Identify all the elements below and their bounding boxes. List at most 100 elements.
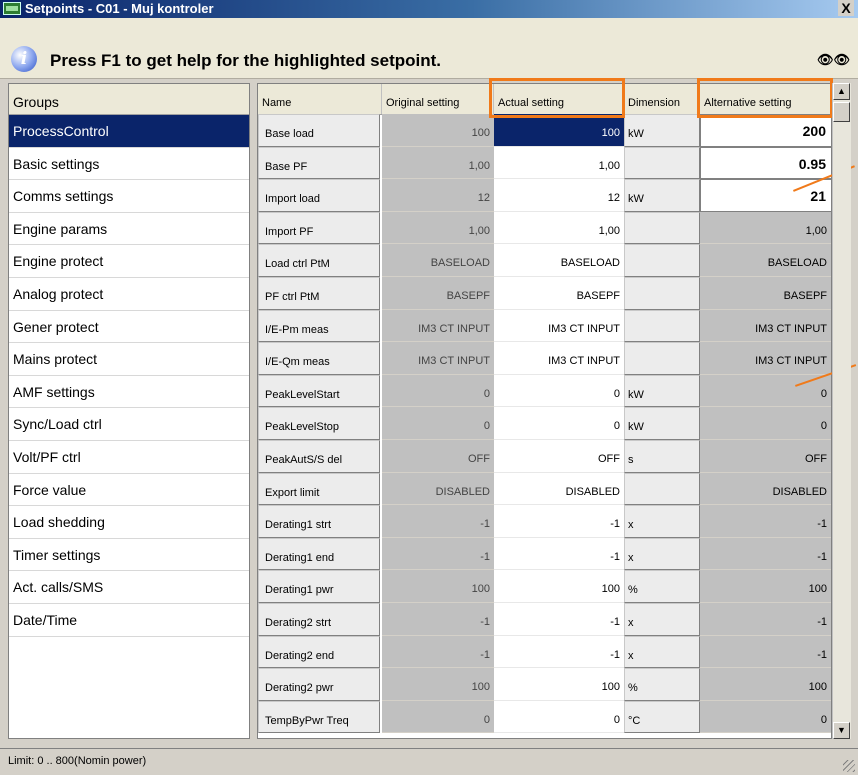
- table-row[interactable]: Derating1 pwr 100 100% 100: [258, 570, 831, 603]
- setpoint-name-button[interactable]: Base load: [258, 114, 380, 147]
- group-item[interactable]: Gener protect: [9, 311, 249, 344]
- table-row[interactable]: Import PF 1,00 1,00 1,00: [258, 211, 831, 245]
- group-item[interactable]: Mains protect: [9, 343, 249, 376]
- alternative-setting-cell[interactable]: -1: [700, 635, 831, 669]
- table-row[interactable]: Derating2 pwr 100 100% 100: [258, 668, 831, 701]
- table-row[interactable]: PeakAutS/S del OFF OFF s OFF: [258, 440, 831, 473]
- group-item[interactable]: Basic settings: [9, 148, 249, 181]
- setpoint-name-button[interactable]: TempByPwr Treq: [258, 700, 380, 734]
- actual-setting-cell[interactable]: IM3 CT INPUT: [494, 342, 624, 375]
- alternative-setting-cell[interactable]: OFF: [700, 440, 831, 473]
- actual-setting-cell[interactable]: 1,00: [494, 211, 624, 245]
- setpoint-name-button[interactable]: Export limit: [258, 472, 380, 506]
- group-item[interactable]: Force value: [9, 474, 249, 507]
- group-item[interactable]: Sync/Load ctrl: [9, 408, 249, 441]
- alternative-setting-cell[interactable]: 0: [700, 407, 831, 440]
- alternative-setting-cell[interactable]: BASEPF: [700, 277, 831, 310]
- actual-setting-cell[interactable]: -1: [494, 635, 624, 669]
- column-header-name[interactable]: Name: [258, 84, 382, 114]
- alternative-setting-cell[interactable]: IM3 CT INPUT: [700, 342, 831, 375]
- alternative-setting-cell[interactable]: BASELOAD: [700, 244, 831, 277]
- group-item[interactable]: Comms settings: [9, 180, 249, 213]
- actual-setting-cell[interactable]: 100: [494, 570, 624, 603]
- actual-setting-cell[interactable]: -1: [494, 603, 624, 636]
- actual-setting-cell[interactable]: 100: [494, 114, 624, 147]
- actual-setting-cell[interactable]: 100: [494, 668, 624, 701]
- setpoint-name-button[interactable]: Import load: [258, 179, 380, 212]
- setpoint-name-button[interactable]: PeakLevelStop: [258, 407, 380, 440]
- setpoint-name-button[interactable]: Derating2 strt: [258, 603, 380, 636]
- table-row[interactable]: Derating2 strt -1 -1 x -1: [258, 603, 831, 636]
- close-button[interactable]: X: [838, 0, 854, 16]
- table-row[interactable]: Load ctrl PtM BASELOAD BASELOAD BASELOAD: [258, 244, 831, 277]
- actual-setting-cell[interactable]: BASELOAD: [494, 244, 624, 277]
- vertical-scrollbar[interactable]: ▲ ▼: [832, 83, 851, 739]
- group-item[interactable]: Volt/PF ctrl: [9, 441, 249, 474]
- group-item[interactable]: Act. calls/SMS: [9, 571, 249, 604]
- setpoint-name-button[interactable]: Derating1 pwr: [258, 570, 380, 603]
- alternative-setting-cell[interactable]: 1,00: [700, 211, 831, 245]
- table-row[interactable]: Derating1 end -1 -1 x -1: [258, 537, 831, 571]
- setpoint-name-button[interactable]: Load ctrl PtM: [258, 244, 380, 277]
- binoculars-icon[interactable]: 👁👁: [817, 52, 850, 68]
- table-row[interactable]: Import load 12 12 kW 21: [258, 179, 831, 212]
- actual-setting-cell[interactable]: OFF: [494, 440, 624, 473]
- group-item[interactable]: Engine params: [9, 213, 249, 246]
- alternative-setting-cell[interactable]: -1: [700, 537, 831, 571]
- setpoint-name-button[interactable]: PF ctrl PtM: [258, 277, 380, 310]
- setpoint-name-button[interactable]: Derating2 pwr: [258, 668, 380, 701]
- alternative-setting-cell[interactable]: 100: [700, 570, 831, 603]
- column-header-dimension[interactable]: Dimension: [624, 84, 700, 114]
- scroll-thumb[interactable]: [833, 102, 850, 122]
- actual-setting-cell[interactable]: DISABLED: [494, 472, 624, 506]
- group-item[interactable]: Load shedding: [9, 506, 249, 539]
- column-header-original-setting[interactable]: Original setting: [382, 84, 494, 114]
- setpoint-name-button[interactable]: I/E-Qm meas: [258, 342, 380, 375]
- setpoint-name-button[interactable]: Import PF: [258, 211, 380, 245]
- scroll-down-button[interactable]: ▼: [833, 722, 850, 739]
- alternative-setting-cell[interactable]: -1: [700, 505, 831, 538]
- group-item[interactable]: Engine protect: [9, 245, 249, 278]
- table-row[interactable]: I/E-Pm meas IM3 CT INPUT IM3 CT INPUT IM3 C…: [258, 309, 831, 343]
- group-item[interactable]: Timer settings: [9, 539, 249, 572]
- alternative-setting-cell[interactable]: -1: [700, 603, 831, 636]
- table-row[interactable]: PeakLevelStop 0 0 kW 0: [258, 407, 831, 440]
- group-item[interactable]: Date/Time: [9, 604, 249, 637]
- actual-setting-cell[interactable]: -1: [494, 537, 624, 571]
- table-row[interactable]: Base load 100 100 kW 200: [258, 114, 831, 147]
- table-row[interactable]: I/E-Qm meas IM3 CT INPUT IM3 CT INPUT IM3 C…: [258, 342, 831, 375]
- table-row[interactable]: PF ctrl PtM BASEPF BASEPF BASEPF: [258, 277, 831, 310]
- setpoint-name-button[interactable]: Derating2 end: [258, 635, 380, 669]
- table-row[interactable]: PeakLevelStart 0 0 kW 0: [258, 374, 831, 408]
- alternative-setting-cell[interactable]: 0.95: [700, 146, 831, 180]
- resize-grip[interactable]: [843, 760, 855, 772]
- table-row[interactable]: Derating2 end -1 -1 x -1: [258, 635, 831, 669]
- group-item[interactable]: Analog protect: [9, 278, 249, 311]
- setpoint-name-button[interactable]: PeakLevelStart: [258, 374, 380, 408]
- setpoint-name-button[interactable]: I/E-Pm meas: [258, 309, 380, 343]
- setpoint-name-button[interactable]: PeakAutS/S del: [258, 440, 380, 473]
- alternative-setting-cell[interactable]: IM3 CT INPUT: [700, 309, 831, 343]
- alternative-setting-cell[interactable]: 0: [700, 700, 831, 734]
- table-row[interactable]: Derating1 strt -1 -1 x -1: [258, 505, 831, 538]
- alternative-setting-cell[interactable]: DISABLED: [700, 472, 831, 506]
- group-item[interactable]: AMF settings: [9, 376, 249, 409]
- alternative-setting-cell[interactable]: 100: [700, 668, 831, 701]
- actual-setting-cell[interactable]: -1: [494, 505, 624, 538]
- table-row[interactable]: Base PF 1,00 1,00 0.95: [258, 146, 831, 180]
- actual-setting-cell[interactable]: 12: [494, 179, 624, 212]
- table-row[interactable]: TempByPwr Treq 0 0 °C 0: [258, 700, 831, 734]
- actual-setting-cell[interactable]: IM3 CT INPUT: [494, 309, 624, 343]
- actual-setting-cell[interactable]: 0: [494, 700, 624, 734]
- actual-setting-cell[interactable]: 0: [494, 374, 624, 408]
- alternative-setting-cell[interactable]: 200: [700, 114, 831, 147]
- actual-setting-cell[interactable]: 0: [494, 407, 624, 440]
- setpoint-name-button[interactable]: Base PF: [258, 146, 380, 180]
- table-row[interactable]: Export limit DISABLED DISABLED DISABLED: [258, 472, 831, 506]
- setpoint-name-button[interactable]: Derating1 end: [258, 537, 380, 571]
- setpoint-name-button[interactable]: Derating1 strt: [258, 505, 380, 538]
- group-item[interactable]: ProcessControl: [9, 115, 249, 148]
- actual-setting-cell[interactable]: 1,00: [494, 146, 624, 180]
- scroll-up-button[interactable]: ▲: [833, 83, 850, 100]
- actual-setting-cell[interactable]: BASEPF: [494, 277, 624, 310]
